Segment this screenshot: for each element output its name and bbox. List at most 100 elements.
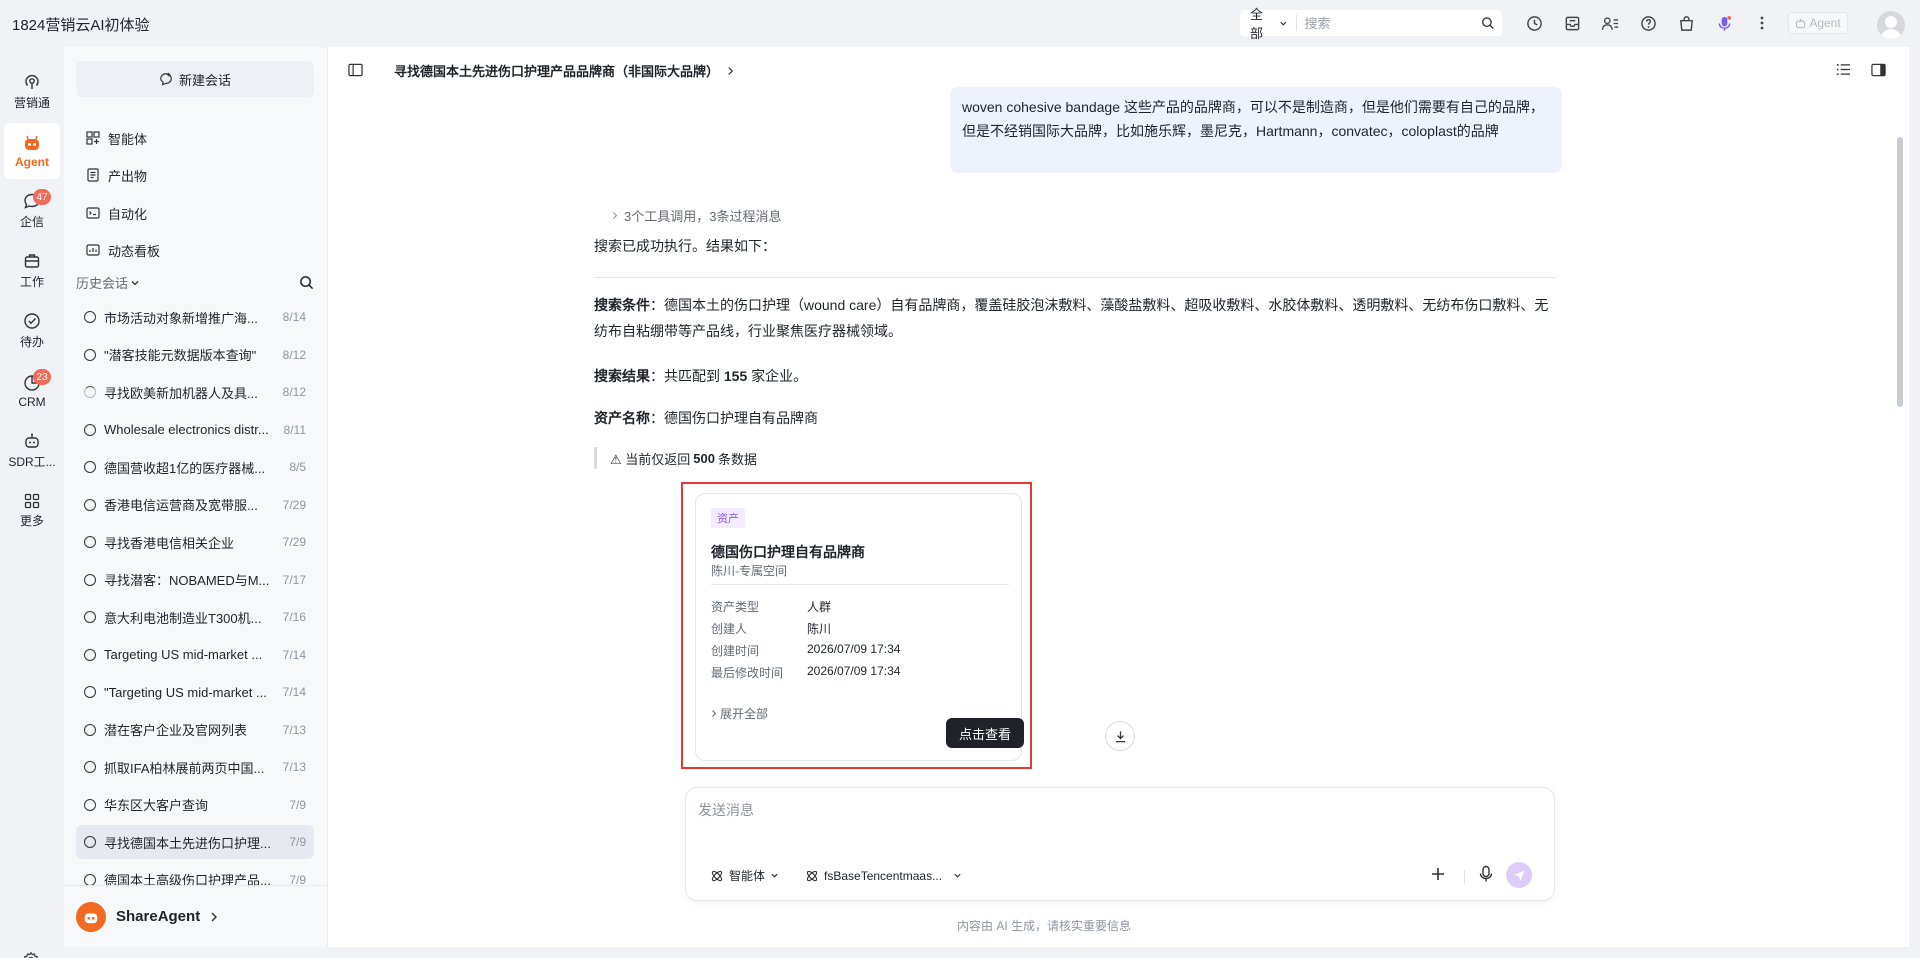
history-item-title: 寻找德国本土先进伤口护理... [104, 835, 271, 851]
history-item[interactable]: 香港电信运营商及宽带服... 7/29 [76, 488, 314, 522]
unread-badge: 47 [33, 189, 51, 205]
rail-item-messages[interactable]: 企信 47 [0, 183, 64, 239]
shopping-bag-icon[interactable] [1675, 12, 1697, 34]
view-asset-button[interactable]: 点击查看 [946, 718, 1024, 748]
history-item-date: 8/5 [289, 460, 306, 474]
message-input[interactable] [698, 802, 1538, 818]
add-attachment-icon[interactable] [1429, 865, 1447, 883]
microphone-icon[interactable] [1478, 865, 1494, 883]
automation-icon [86, 207, 100, 219]
asset-card[interactable]: 资产 德国伤口护理自有品牌商 陈川-专属空间 资产类型 人群 创建人 陈川 创建时间… [695, 493, 1024, 761]
rail-item-work[interactable]: 工作 [0, 243, 64, 299]
check-circle-icon [24, 313, 40, 329]
agent-selector-label: 智能体 [729, 869, 766, 883]
history-item[interactable]: 意大利电池制造业T300机... 7/16 [76, 600, 314, 634]
user-avatar[interactable] [1877, 11, 1905, 39]
share-agent-footer[interactable]: ShareAgent [64, 885, 327, 947]
model-selector[interactable]: fsBaseTencentmaas... [805, 869, 962, 883]
history-item[interactable]: Wholesale electronics distr... 8/11 [76, 413, 314, 447]
history-item-title: 寻找潜客：NOBAMED与M... [104, 573, 270, 588]
download-button[interactable] [1105, 721, 1135, 751]
history-filter-toggle[interactable]: 历史会话 [76, 273, 140, 292]
dashboard-icon [86, 244, 100, 256]
rail-item-todo[interactable]: 待办 [0, 303, 64, 359]
loading-spinner-icon [84, 386, 96, 398]
expand-all-toggle[interactable]: 展开全部 [711, 705, 768, 722]
rail-label: SDR工... [8, 455, 56, 469]
nav-agents[interactable]: 智能体 [86, 128, 147, 148]
field-value: 2026/07/09 17:34 [807, 642, 901, 656]
results-prefix: ：共匹配到 [650, 368, 724, 384]
chat-bubble-icon [84, 498, 96, 511]
agent-toggle-button[interactable]: Agent [1788, 12, 1848, 34]
chat-scrollbar[interactable] [1897, 137, 1903, 407]
rail-label: 工作 [19, 275, 44, 289]
history-item[interactable]: 德国营收超1亿的医疗器械... 8/5 [76, 450, 314, 484]
chat-bubble-icon [84, 348, 96, 361]
toggle-sidebar-icon[interactable] [348, 63, 363, 77]
chat-bubble-icon [84, 311, 96, 323]
nav-outputs[interactable]: 产出物 [86, 165, 147, 185]
conversation-sidebar: 新建会话 智能体 产出物 自动化 动态看板 历史会话 市场活动对象新增推广海..… [64, 47, 327, 947]
global-search[interactable]: 全部 [1240, 7, 1502, 41]
conversation-title[interactable]: 寻找德国本土先进伤口护理产品品牌商（非国际大品牌） [394, 61, 734, 80]
history-item[interactable]: 寻找德国本土先进伤口护理... 7/9 [76, 825, 314, 859]
rail-item-crm[interactable]: CRM 23 [0, 363, 64, 419]
history-item-title: 寻找欧美新加机器人及具... [104, 385, 258, 401]
results-suffix: 家企业。 [747, 368, 808, 384]
rail-label: CRM [18, 394, 46, 409]
bot-icon [25, 433, 39, 448]
send-button[interactable] [1506, 862, 1532, 888]
chat-main: 寻找德国本土先进伤口护理产品品牌商（非国际大品牌） woven cohesive… [327, 47, 1909, 947]
rail-item-sdr[interactable]: SDR工... [0, 423, 64, 479]
rail-item-marketing[interactable]: 营销通 [0, 64, 64, 120]
chat-bubble-icon [84, 798, 96, 811]
nav-label: 自动化 [108, 206, 148, 222]
history-item[interactable]: Targeting US mid-market ... 7/14 [76, 638, 314, 672]
history-item[interactable]: 抓取IFA柏林展前两页中国... 7/13 [76, 750, 314, 784]
share-agent-logo-icon [76, 901, 106, 932]
main-toolbar [1836, 63, 1886, 77]
history-label: 历史会话 [76, 276, 129, 291]
top-bar: 1824营销云AI初体验 全部 Agent [0, 0, 1920, 47]
help-icon[interactable] [1637, 12, 1659, 34]
new-chat-button[interactable]: 新建会话 [76, 61, 314, 97]
ai-disclaimer: 内容由 AI 生成，请核实重要信息 [956, 919, 1131, 933]
history-item[interactable]: "Targeting US mid-market ... 7/14 [76, 675, 314, 709]
inbox-icon[interactable] [1561, 12, 1583, 34]
history-item[interactable]: 寻找潜客：NOBAMED与M... 7/17 [76, 563, 314, 597]
history-item[interactable]: 华东区大客户查询 7/9 [76, 788, 314, 822]
side-panel-icon[interactable] [1871, 63, 1886, 77]
rail-item-more[interactable]: 更多 [0, 483, 64, 539]
nav-dashboard[interactable]: 动态看板 [86, 240, 160, 260]
search-scope-select[interactable]: 全部 [1240, 7, 1297, 41]
voice-assistant-icon[interactable] [1713, 12, 1735, 34]
contacts-icon[interactable] [1599, 12, 1621, 34]
history-item[interactable]: 潜在客户企业及官网列表 7/13 [76, 713, 314, 747]
expand-all-label: 展开全部 [720, 707, 769, 721]
briefcase-icon [24, 254, 40, 268]
conditions-label: 搜索条件 [594, 297, 650, 313]
history-clock-icon[interactable] [1523, 12, 1545, 34]
grid-icon [24, 493, 40, 509]
agent-selector[interactable]: 智能体 [710, 867, 779, 884]
history-item[interactable]: "潜客技能元数据版本查询" 8/12 [76, 338, 314, 372]
settings-gear-icon[interactable] [22, 951, 40, 958]
history-item-title: 德国营收超1亿的医疗器械... [104, 460, 266, 476]
history-item[interactable]: 寻找香港电信相关企业 7/29 [76, 525, 314, 559]
nav-automation[interactable]: 自动化 [86, 203, 147, 223]
more-vertical-icon[interactable] [1751, 12, 1773, 34]
history-item-date: 7/9 [289, 835, 306, 849]
search-icon[interactable] [299, 275, 314, 290]
history-item[interactable]: 市场活动对象新增推广海... 8/14 [76, 300, 314, 334]
asset-card-title: 德国伤口护理自有品牌商 [711, 544, 865, 560]
list-icon[interactable] [1836, 63, 1851, 76]
document-icon [87, 168, 99, 182]
rail-item-agent[interactable]: Agent [4, 123, 60, 179]
search-input[interactable] [1296, 15, 1481, 31]
history-item[interactable]: 寻找欧美新加机器人及具... 8/12 [76, 375, 314, 409]
tool-calls-toggle[interactable]: 3个工具调用，3条过程消息 [612, 206, 781, 225]
chevron-down-icon [771, 873, 778, 878]
warning-suffix: 条数据 [717, 451, 757, 467]
search-icon[interactable] [1481, 16, 1494, 30]
